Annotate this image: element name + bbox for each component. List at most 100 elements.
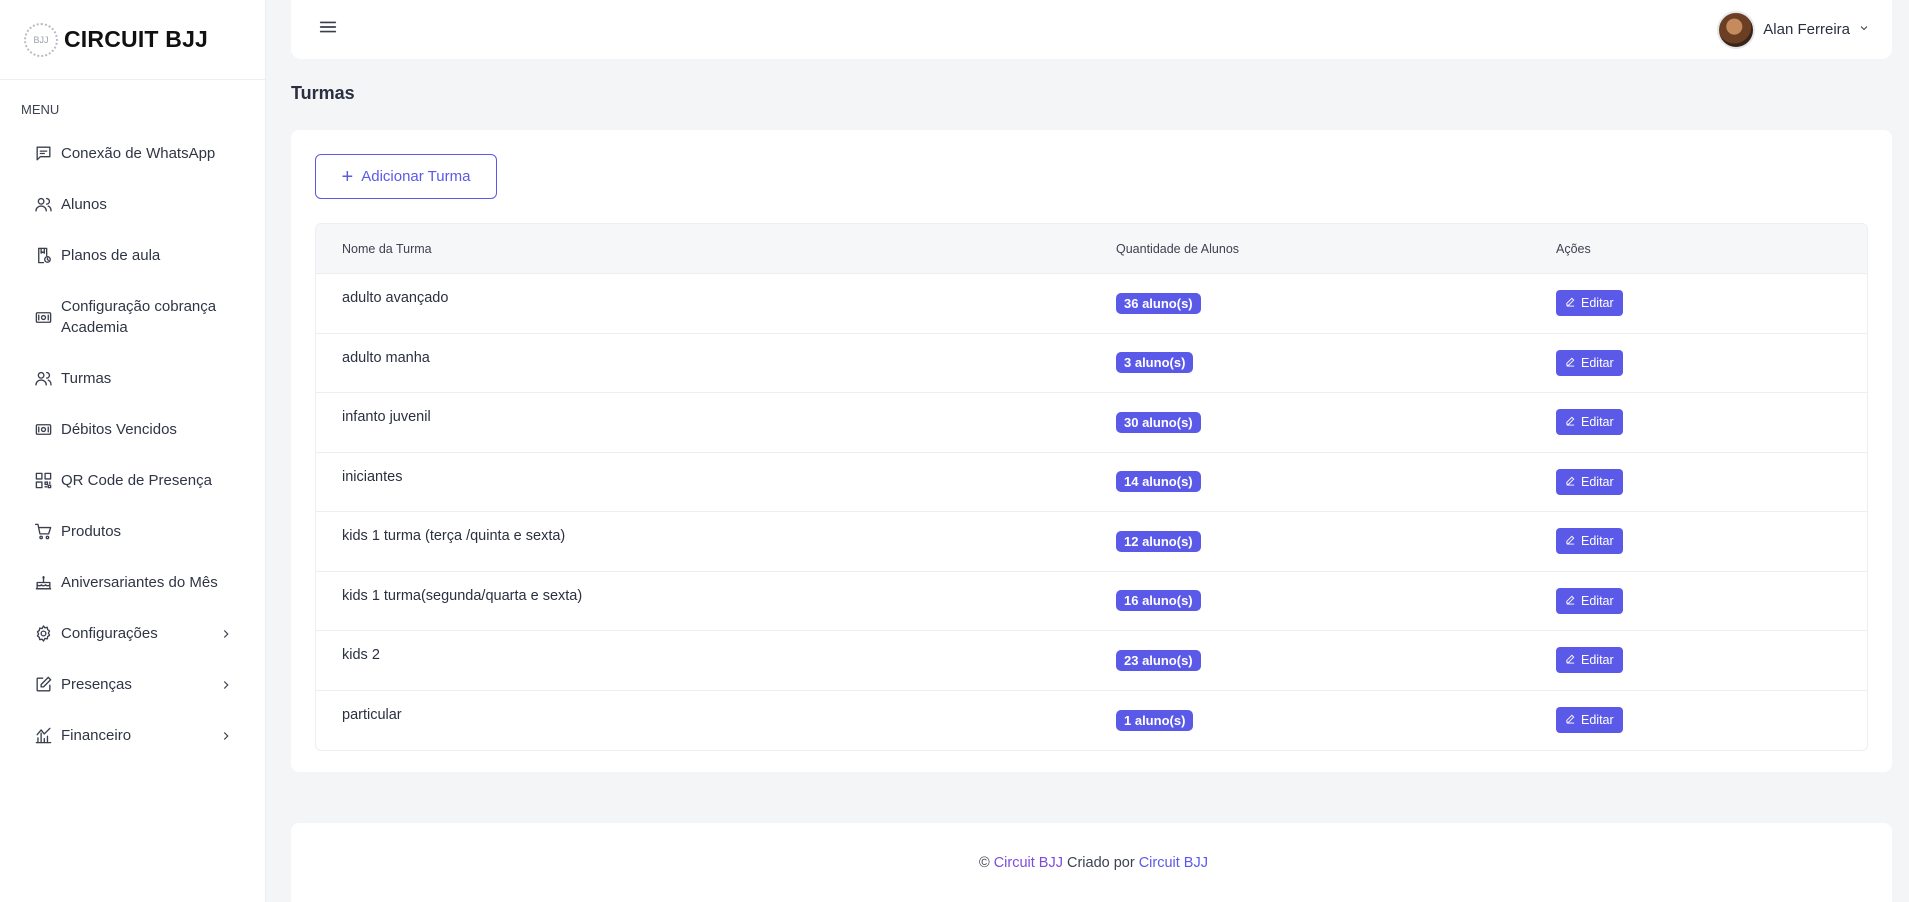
student-count: 3 aluno(s): [1116, 352, 1556, 374]
student-count-badge: 1 aluno(s): [1116, 709, 1194, 731]
pencil-icon: [1565, 534, 1576, 548]
sidebar-item-label: Financeiro: [61, 727, 132, 744]
turma-name: adulto manha: [342, 349, 430, 366]
column-header-name: Nome da Turma: [342, 241, 432, 256]
copyright-symbol: ©: [979, 854, 990, 871]
edit-button[interactable]: Editar: [1556, 707, 1623, 734]
chevron-down-icon: [1858, 21, 1870, 38]
sidebar-item-label: Débitos Vencidos: [61, 421, 177, 438]
sidebar-nav: Conexão de WhatsApp Alunos Planos de aul…: [0, 128, 265, 761]
sidebar-item-label: QR Code de Presença: [61, 472, 212, 489]
avatar[interactable]: [1717, 10, 1756, 49]
student-count: 14 aluno(s): [1116, 471, 1556, 493]
brand-name: CIRCUIT BJJ: [64, 26, 209, 52]
turmas-card: + Adicionar Turma Nome da Turma Quantida…: [291, 130, 1892, 772]
menu-heading: MENU: [21, 102, 60, 117]
edit-button[interactable]: Editar: [1556, 647, 1623, 674]
pencil-icon: [1565, 594, 1576, 608]
sidebar-item-turmas[interactable]: Turmas: [0, 353, 265, 404]
edit-button-label: Editar: [1581, 355, 1614, 370]
menu-toggle-icon[interactable]: [317, 16, 339, 43]
row-actions: Editar: [1556, 349, 1867, 376]
footer: © Circuit BJJ Criado por Circuit BJJ: [291, 823, 1892, 902]
sidebar-item-alunos[interactable]: Alunos: [0, 179, 265, 230]
cake-icon: [33, 573, 53, 593]
row-actions: Editar: [1556, 647, 1867, 674]
turmas-table: Nome da Turma Quantidade de Alunos Ações…: [315, 223, 1868, 751]
sidebar-item-label: Produtos: [61, 523, 122, 540]
page-title: Turmas: [291, 83, 355, 103]
sidebar-item-label: Alunos: [61, 196, 107, 213]
table-row: kids 1 turma(segunda/quarta e sexta) 16 a…: [316, 572, 1867, 631]
edit-button[interactable]: Editar: [1556, 587, 1623, 614]
pencil-icon: [1565, 713, 1576, 727]
student-count-badge: 3 aluno(s): [1116, 352, 1194, 374]
student-count-badge: 14 aluno(s): [1116, 471, 1201, 493]
student-count-badge: 36 aluno(s): [1116, 292, 1201, 314]
edit-button[interactable]: Editar: [1556, 290, 1623, 317]
sidebar-item-label: Presenças: [61, 676, 132, 693]
brand[interactable]: BJJ CIRCUIT BJJ: [0, 0, 265, 80]
edit-button-label: Editar: [1581, 713, 1614, 728]
user-menu[interactable]: Alan Ferreira: [1717, 10, 1870, 49]
edit-button-label: Editar: [1581, 593, 1614, 608]
student-count-badge: 23 aluno(s): [1116, 649, 1201, 671]
money-icon: [33, 420, 53, 440]
sidebar-item-financeiro[interactable]: Financeiro: [0, 710, 265, 761]
edit-button-label: Editar: [1581, 474, 1614, 489]
sidebar-item-planos[interactable]: Planos de aula: [0, 230, 265, 281]
pencil-icon: [1565, 356, 1576, 370]
edit-button-label: Editar: [1581, 415, 1614, 430]
add-turma-button[interactable]: + Adicionar Turma: [315, 154, 497, 199]
footer-link-author[interactable]: Circuit BJJ: [1139, 855, 1208, 871]
table-row: adulto manha 3 aluno(s) Editar: [316, 334, 1867, 393]
turma-name: particular: [342, 707, 402, 724]
sidebar-item-produtos[interactable]: Produtos: [0, 506, 265, 557]
money-icon: [33, 307, 53, 327]
table-row: particular 1 aluno(s) Editar: [316, 691, 1867, 751]
sidebar-item-configuracoes[interactable]: Configurações: [0, 608, 265, 659]
student-count-badge: 16 aluno(s): [1116, 590, 1201, 612]
edit-button[interactable]: Editar: [1556, 528, 1623, 555]
sidebar-item-label: Configurações: [61, 625, 158, 642]
turma-name: kids 1 turma(segunda/quarta e sexta): [342, 587, 583, 604]
sidebar-item-config-cobranca[interactable]: Configuração cobrança Academia: [0, 281, 265, 353]
chevron-right-icon: [219, 678, 233, 692]
sidebar-item-debitos[interactable]: Débitos Vencidos: [0, 404, 265, 455]
cart-icon: [33, 522, 53, 542]
column-header-actions: Ações: [1556, 241, 1591, 256]
add-turma-label: Adicionar Turma: [361, 168, 471, 185]
users-icon: [33, 369, 53, 389]
message-icon: [33, 144, 53, 164]
turma-name: adulto avançado: [342, 290, 449, 307]
edit-button[interactable]: Editar: [1556, 409, 1623, 436]
brand-logo: BJJ: [24, 22, 58, 57]
turma-name: iniciantes: [342, 468, 403, 485]
row-actions: Editar: [1556, 468, 1867, 495]
table-row: adulto avançado 36 aluno(s) Editar: [316, 274, 1867, 334]
sidebar-item-label: Conexão de WhatsApp: [61, 145, 216, 162]
row-actions: Editar: [1556, 587, 1867, 614]
row-actions: Editar: [1556, 290, 1867, 317]
footer-link-circuit[interactable]: Circuit BJJ: [994, 855, 1063, 871]
user-name: Alan Ferreira: [1763, 21, 1850, 38]
sidebar-item-whatsapp[interactable]: Conexão de WhatsApp: [0, 128, 265, 179]
sidebar-item-aniversariantes[interactable]: Aniversariantes do Mês: [0, 557, 265, 608]
footer-created-by: Criado por: [1066, 854, 1135, 871]
student-count: 12 aluno(s): [1116, 530, 1556, 552]
edit-button-label: Editar: [1581, 534, 1614, 549]
pencil-icon: [1565, 475, 1576, 489]
users-icon: [33, 195, 53, 215]
sidebar-item-label: Turmas: [61, 370, 112, 387]
table-row: kids 1 turma (terça /quinta e sexta) 12 a…: [316, 512, 1867, 572]
edit-button-label: Editar: [1581, 296, 1614, 311]
edit-icon: [33, 675, 53, 695]
turma-name: infanto juvenil: [342, 409, 431, 426]
edit-button[interactable]: Editar: [1556, 468, 1623, 495]
sidebar-item-qrcode[interactable]: QR Code de Presença: [0, 455, 265, 506]
edit-button[interactable]: Editar: [1556, 349, 1623, 376]
topbar: Alan Ferreira: [291, 0, 1892, 59]
sidebar-item-presencas[interactable]: Presenças: [0, 659, 265, 710]
student-count: 36 aluno(s): [1116, 292, 1556, 314]
sidebar-item-label: Planos de aula: [61, 247, 161, 264]
